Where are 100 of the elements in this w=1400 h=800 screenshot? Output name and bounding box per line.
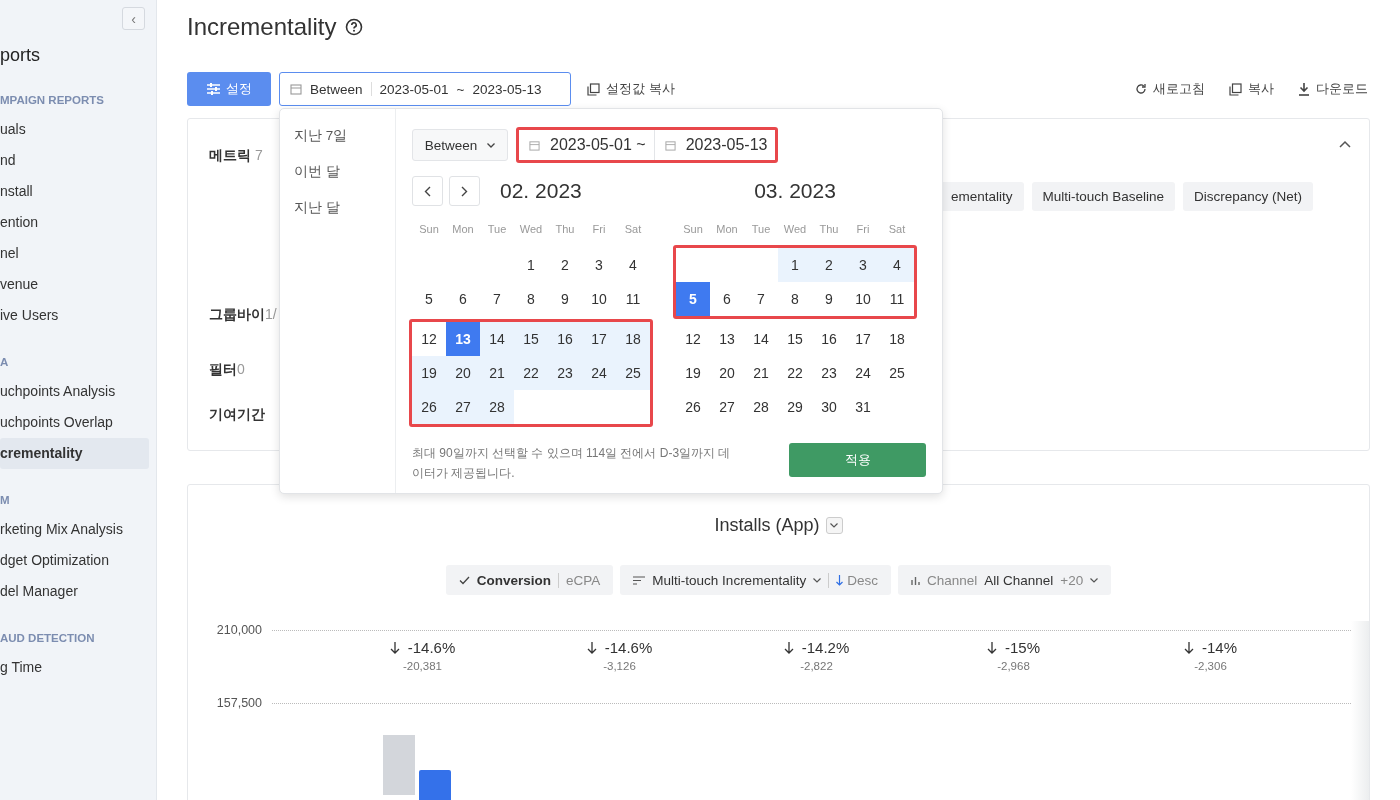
calendar-day[interactable]: 10: [846, 282, 880, 316]
chevron-up-icon[interactable]: [1339, 140, 1351, 148]
calendar-day[interactable]: 14: [480, 322, 514, 356]
calendar-day[interactable]: 25: [616, 356, 650, 390]
calendar-day[interactable]: 2: [548, 248, 582, 282]
previous-month-button[interactable]: [412, 176, 443, 206]
copy-settings-button[interactable]: 설정값 복사: [579, 80, 683, 98]
calendar-day[interactable]: 18: [880, 322, 914, 356]
calendar-day[interactable]: 18: [616, 322, 650, 356]
calendar-day[interactable]: 7: [744, 282, 778, 316]
collapse-button[interactable]: ‹: [122, 7, 145, 30]
calendar-day[interactable]: 9: [812, 282, 846, 316]
calendar-day[interactable]: 21: [744, 356, 778, 390]
calendar-day[interactable]: 3: [582, 248, 616, 282]
calendar-day[interactable]: 1: [778, 248, 812, 282]
calendar-day[interactable]: 17: [582, 322, 616, 356]
calendar-day[interactable]: 17: [846, 322, 880, 356]
sidebar-item[interactable]: dget Optimization: [0, 545, 149, 576]
sort-selector[interactable]: Multi-touch Incrementality Desc: [620, 565, 891, 595]
calendar-day[interactable]: 24: [846, 356, 880, 390]
calendar-day[interactable]: 26: [412, 390, 446, 424]
calendar-day[interactable]: 31: [846, 390, 880, 424]
calendar-day[interactable]: 26: [676, 390, 710, 424]
sidebar-item[interactable]: ive Users: [0, 300, 149, 331]
date-range-field[interactable]: Between 2023-05-01 ~ 2023-05-13: [279, 72, 571, 106]
calendar-day[interactable]: 3: [846, 248, 880, 282]
calendar-day[interactable]: 21: [480, 356, 514, 390]
sidebar-item[interactable]: nstall: [0, 176, 149, 207]
calendar-day[interactable]: 12: [412, 322, 446, 356]
metric-chip[interactable]: Discrepancy (Net): [1183, 182, 1314, 211]
calendar-day[interactable]: 24: [582, 356, 616, 390]
next-month-button[interactable]: [449, 176, 480, 206]
calendar-day[interactable]: 22: [514, 356, 548, 390]
calendar-day[interactable]: 22: [778, 356, 812, 390]
end-date-field[interactable]: 2023-05-13: [653, 130, 776, 160]
preset-option[interactable]: 지난 7일: [294, 127, 395, 163]
calendar-day[interactable]: 29: [778, 390, 812, 424]
copy-button[interactable]: 복사: [1227, 80, 1276, 98]
sidebar-item[interactable]: nd: [0, 145, 149, 176]
calendar-day[interactable]: 15: [778, 322, 812, 356]
calendar-day[interactable]: 6: [446, 282, 480, 316]
calendar-day[interactable]: 6: [710, 282, 744, 316]
calendar-day[interactable]: 8: [778, 282, 812, 316]
sidebar-item[interactable]: uchpoints Overlap: [0, 407, 149, 438]
calendar-day[interactable]: 28: [480, 390, 514, 424]
calendar-day[interactable]: 16: [548, 322, 582, 356]
calendar-day[interactable]: 19: [412, 356, 446, 390]
sidebar-item[interactable]: del Manager: [0, 576, 149, 607]
calendar-day[interactable]: 27: [446, 390, 480, 424]
arrow-down-icon: [987, 641, 997, 654]
calendar-day[interactable]: 16: [812, 322, 846, 356]
refresh-button[interactable]: 새로고침: [1133, 80, 1207, 98]
metric-chip[interactable]: Multi-touch Baseline: [1031, 182, 1176, 211]
calendar-day[interactable]: 20: [446, 356, 480, 390]
preset-option[interactable]: 지난 달: [294, 199, 395, 235]
metric-chip[interactable]: ementality: [940, 182, 1024, 211]
calendar-day[interactable]: 10: [582, 282, 616, 316]
sidebar-item[interactable]: uchpoints Analysis: [0, 376, 149, 407]
calendar-day[interactable]: 11: [616, 282, 650, 316]
scrollbar[interactable]: [1351, 621, 1369, 800]
calendar-day[interactable]: 28: [744, 390, 778, 424]
change-value: -20,381: [403, 660, 442, 672]
calendar-day[interactable]: 4: [616, 248, 650, 282]
download-button[interactable]: 다운로드: [1296, 80, 1370, 98]
mode-dropdown[interactable]: Between: [412, 129, 508, 161]
sidebar-item[interactable]: uals: [0, 114, 149, 145]
calendar-day[interactable]: 5: [412, 282, 446, 316]
sidebar-item[interactable]: ention: [0, 207, 149, 238]
calendar-day[interactable]: 19: [676, 356, 710, 390]
dropdown-button[interactable]: [825, 517, 843, 534]
calendar-day[interactable]: 13: [710, 322, 744, 356]
calendar-day[interactable]: 23: [548, 356, 582, 390]
calendar-day[interactable]: 14: [744, 322, 778, 356]
calendar-day[interactable]: 2: [812, 248, 846, 282]
calendar-day[interactable]: 13: [446, 322, 480, 356]
metric-toggle[interactable]: Conversion eCPA: [445, 565, 614, 595]
calendar-day[interactable]: 5: [676, 282, 710, 316]
copy-icon: [587, 82, 600, 96]
start-date-field[interactable]: 2023-05-01 ~: [519, 130, 654, 160]
calendar-day[interactable]: 30: [812, 390, 846, 424]
preset-option[interactable]: 이번 달: [294, 163, 395, 199]
sidebar-item[interactable]: crementality: [0, 438, 149, 469]
sidebar-item[interactable]: g Time: [0, 652, 149, 683]
calendar-day[interactable]: 8: [514, 282, 548, 316]
calendar-day[interactable]: 4: [880, 248, 914, 282]
calendar-day[interactable]: 7: [480, 282, 514, 316]
calendar-day[interactable]: 20: [710, 356, 744, 390]
calendar-day[interactable]: 11: [880, 282, 914, 316]
calendar-day[interactable]: 15: [514, 322, 548, 356]
sidebar-item[interactable]: nel: [0, 238, 149, 269]
calendar-day[interactable]: 9: [548, 282, 582, 316]
group-selector[interactable]: Channel All Channel +20: [897, 565, 1112, 595]
sidebar-item[interactable]: venue: [0, 269, 149, 300]
calendar-day[interactable]: 25: [880, 356, 914, 390]
calendar-day[interactable]: 23: [812, 356, 846, 390]
calendar-day[interactable]: 27: [710, 390, 744, 424]
help-icon[interactable]: [345, 18, 364, 36]
sidebar-item[interactable]: rketing Mix Analysis: [0, 514, 149, 545]
calendar-day[interactable]: 12: [676, 322, 710, 356]
calendar-day[interactable]: 1: [514, 248, 548, 282]
